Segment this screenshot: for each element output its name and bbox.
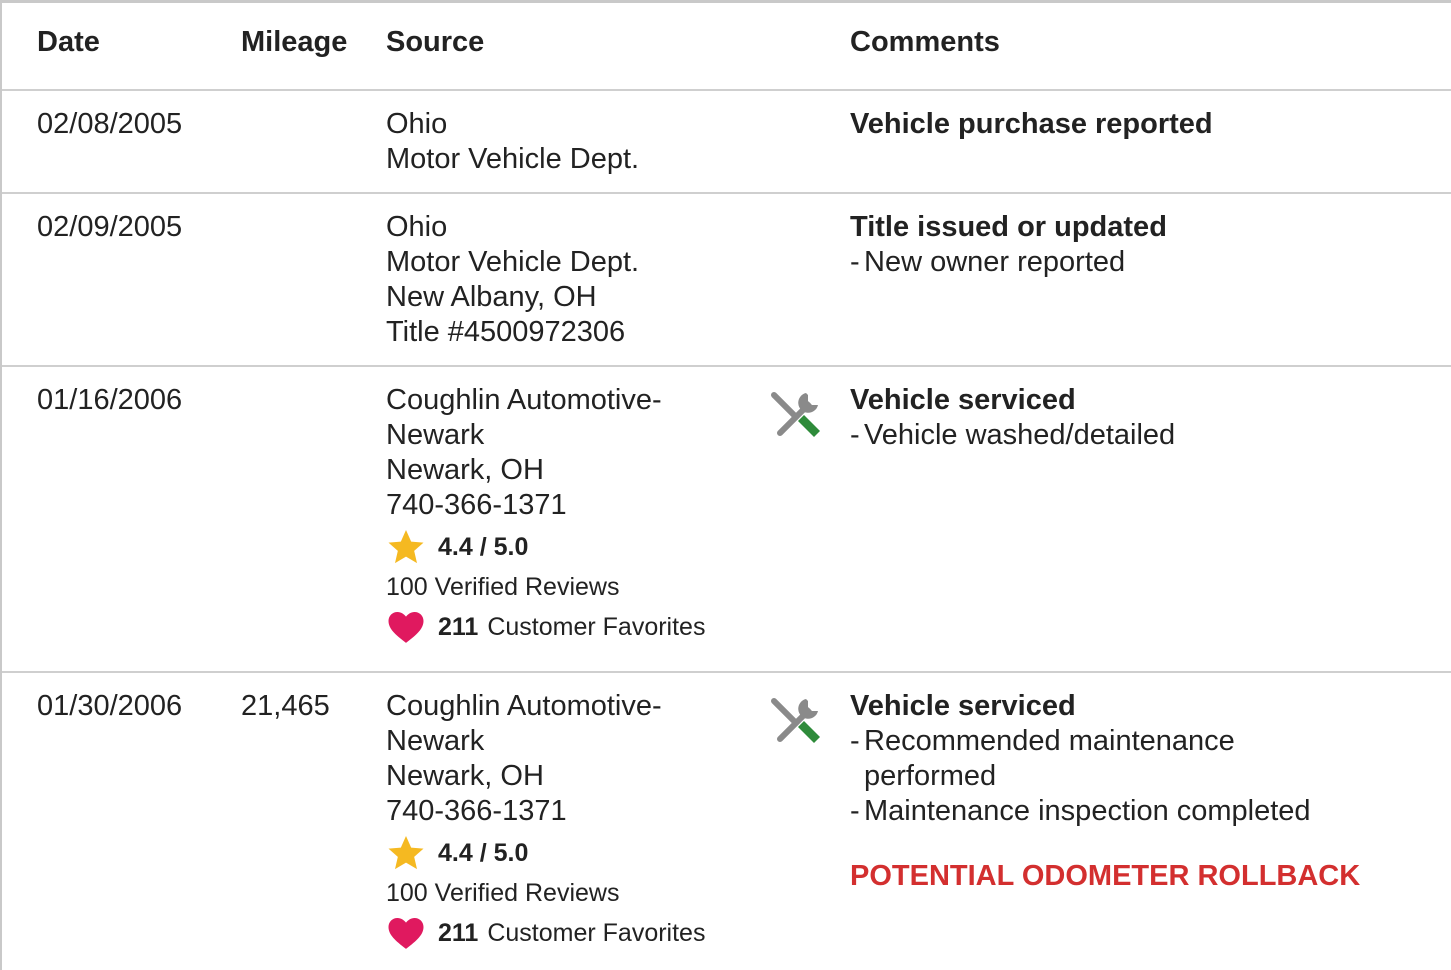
favorites-count: 211 bbox=[438, 918, 479, 947]
source-line: Ohio bbox=[386, 108, 448, 140]
row-source: Coughlin Automotive- Newark Newark, OH 7… bbox=[386, 383, 705, 647]
source-line: 740-366-1371 bbox=[386, 489, 567, 521]
table-row: 02/09/2005 Ohio Motor Vehicle Dept. New … bbox=[2, 194, 1451, 367]
comment-title: Vehicle serviced bbox=[850, 690, 1076, 722]
table-row: 02/08/2005 Ohio Motor Vehicle Dept. Vehi… bbox=[2, 91, 1451, 194]
row-comments: Vehicle purchase reported bbox=[850, 107, 1213, 142]
source-line: 740-366-1371 bbox=[386, 795, 567, 827]
favorites-label: Customer Favorites bbox=[487, 612, 706, 641]
rating: 4.4 / 5.0 bbox=[386, 833, 705, 873]
row-date: 01/30/2006 bbox=[37, 690, 183, 722]
table-row: 01/30/2006 21,465 Coughlin Automotive- N… bbox=[2, 673, 1451, 970]
source-line: New Albany, OH bbox=[386, 281, 597, 313]
vehicle-history-table: Date Mileage Source Comments 02/08/2005 … bbox=[0, 0, 1451, 970]
row-source: Ohio Motor Vehicle Dept. bbox=[386, 107, 639, 177]
table-header: Date Mileage Source Comments bbox=[2, 3, 1451, 91]
heart-icon bbox=[388, 612, 424, 643]
comment-title: Title issued or updated bbox=[850, 211, 1167, 243]
row-comments: Vehicle serviced - Vehicle washed/detaile… bbox=[850, 383, 1175, 453]
source-line: Ohio bbox=[386, 211, 448, 243]
comment-item: performed bbox=[864, 760, 997, 792]
customer-favorites: 211 Customer Favorites bbox=[386, 607, 705, 647]
header-source: Source bbox=[386, 26, 485, 58]
source-line: Motor Vehicle Dept. bbox=[386, 143, 640, 175]
source-line: Newark bbox=[386, 725, 485, 757]
row-source: Ohio Motor Vehicle Dept. New Albany, OH … bbox=[386, 210, 639, 350]
source-line: Newark, OH bbox=[386, 760, 544, 792]
header-mileage: Mileage bbox=[241, 26, 348, 58]
source-line: Coughlin Automotive- bbox=[386, 690, 662, 722]
row-comments: Title issued or updated - New owner repor… bbox=[850, 210, 1167, 280]
header-comments: Comments bbox=[850, 26, 1000, 58]
star-icon bbox=[388, 836, 424, 870]
comment-title: Vehicle purchase reported bbox=[850, 108, 1213, 140]
source-line: Newark, OH bbox=[386, 454, 544, 486]
comment-item: - Recommended maintenance bbox=[850, 725, 1235, 757]
customer-favorites: 211 Customer Favorites bbox=[386, 913, 705, 953]
service-tools-icon bbox=[766, 387, 824, 445]
service-tools-icon bbox=[766, 693, 824, 751]
row-source: Coughlin Automotive- Newark Newark, OH 7… bbox=[386, 689, 705, 953]
favorites-label: Customer Favorites bbox=[487, 918, 706, 947]
rating: 4.4 / 5.0 bbox=[386, 527, 705, 567]
favorites-count: 211 bbox=[438, 612, 479, 641]
row-mileage: 21,465 bbox=[241, 690, 330, 722]
source-line: Title #4500972306 bbox=[386, 316, 626, 348]
comment-item: - Vehicle washed/detailed bbox=[850, 419, 1176, 451]
comment-title: Vehicle serviced bbox=[850, 384, 1076, 416]
heart-icon bbox=[388, 918, 424, 949]
source-line: Coughlin Automotive- bbox=[386, 384, 662, 416]
header-date: Date bbox=[37, 26, 100, 58]
row-date: 02/08/2005 bbox=[37, 108, 183, 140]
comment-item: - Maintenance inspection completed bbox=[850, 795, 1311, 827]
row-comments: Vehicle serviced - Recommended maintenanc… bbox=[850, 689, 1360, 894]
table-row: 01/16/2006 Coughlin Automotive- Newark N… bbox=[2, 367, 1451, 673]
rating-value: 4.4 / 5.0 bbox=[438, 533, 529, 561]
rating-value: 4.4 / 5.0 bbox=[438, 839, 529, 867]
verified-reviews-link[interactable]: 100 Verified Reviews bbox=[386, 873, 705, 913]
star-icon bbox=[388, 530, 424, 564]
comment-item: - New owner reported bbox=[850, 246, 1126, 278]
row-date: 02/09/2005 bbox=[37, 211, 183, 243]
odometer-rollback-alert: POTENTIAL ODOMETER ROLLBACK bbox=[850, 860, 1361, 892]
source-line: Motor Vehicle Dept. bbox=[386, 246, 640, 278]
source-line: Newark bbox=[386, 419, 485, 451]
verified-reviews-link[interactable]: 100 Verified Reviews bbox=[386, 567, 705, 607]
row-date: 01/16/2006 bbox=[37, 384, 183, 416]
